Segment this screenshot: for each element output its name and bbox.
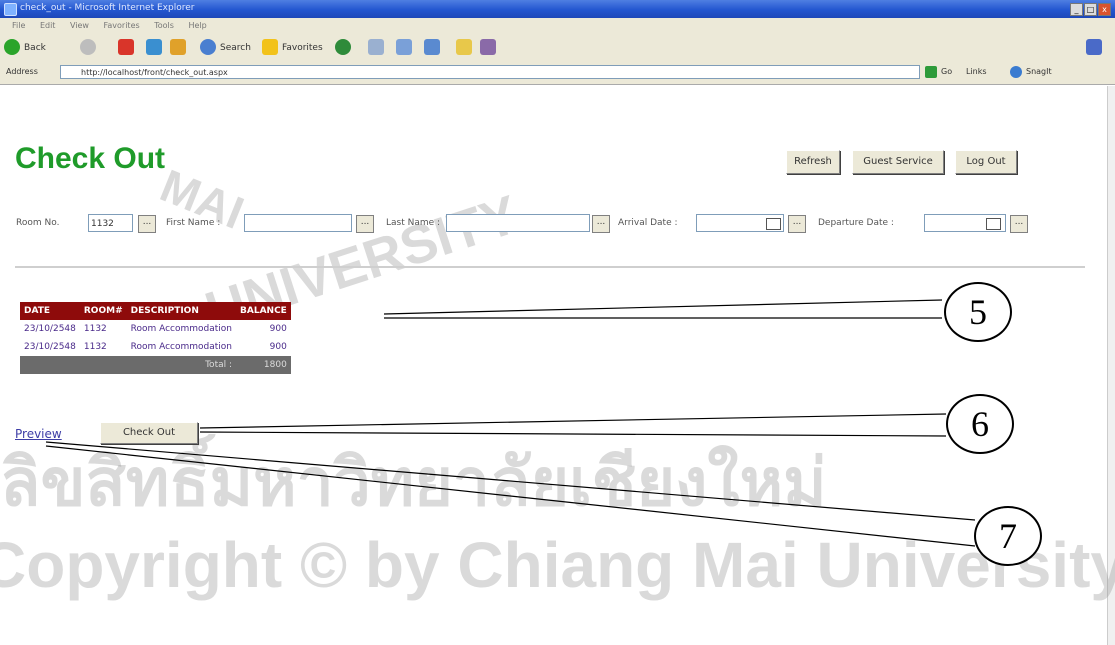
callout-line-5a <box>383 299 943 315</box>
callout-line-7b <box>45 445 976 547</box>
callout-7: 7 <box>974 506 1042 566</box>
callout-line-7a <box>45 441 976 521</box>
callout-line-6b <box>199 431 947 437</box>
callout-6: 6 <box>946 394 1014 454</box>
callout-5: 5 <box>944 282 1012 342</box>
callout-line-6a <box>199 413 947 429</box>
